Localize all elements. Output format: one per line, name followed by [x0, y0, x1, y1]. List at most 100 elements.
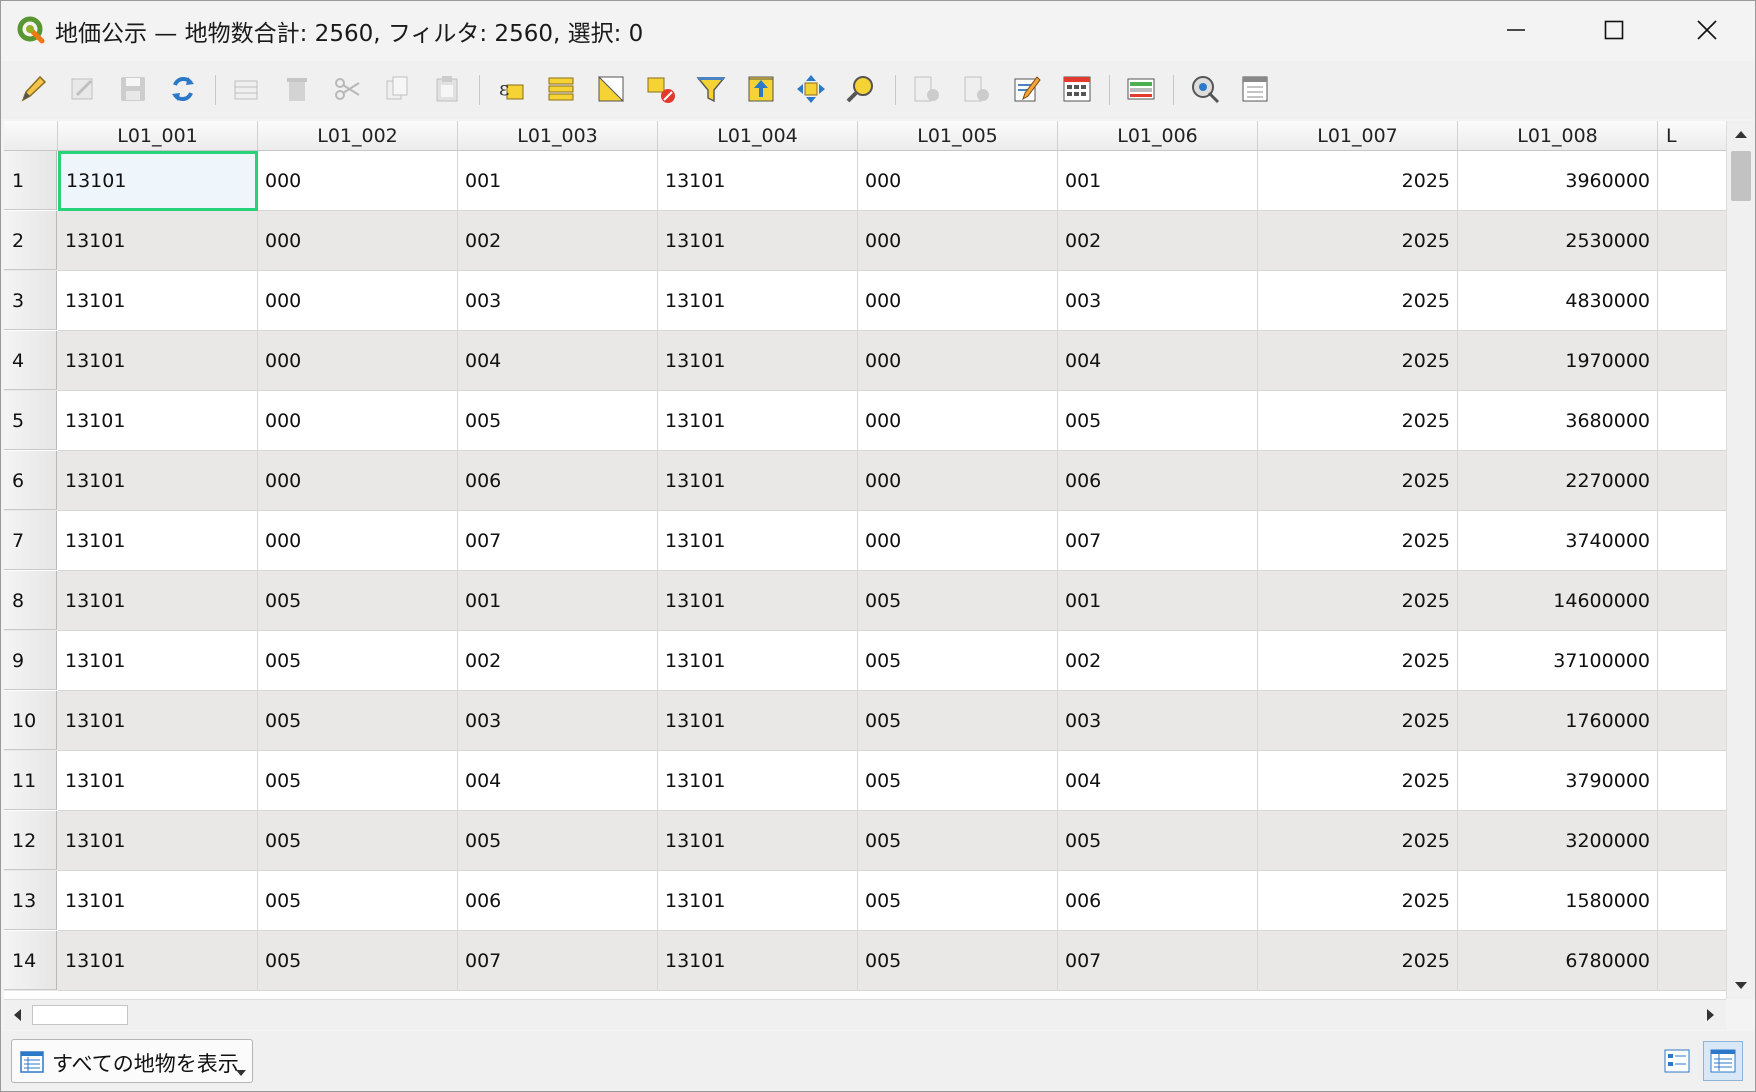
- table-cell[interactable]: 1970000: [1458, 331, 1658, 391]
- close-button[interactable]: [1664, 1, 1750, 59]
- row-header[interactable]: 2: [4, 211, 57, 270]
- table-cell[interactable]: 005: [858, 631, 1058, 691]
- table-cell[interactable]: [1658, 331, 1726, 391]
- table-cell[interactable]: 004: [458, 751, 658, 811]
- table-row[interactable]: 9 13101 005 002 13101 005 002 2025 37100000: [4, 631, 1726, 691]
- table-cell[interactable]: 13101: [658, 511, 858, 571]
- table-cell[interactable]: 005: [258, 811, 458, 871]
- column-header[interactable]: L01_005: [858, 121, 1058, 151]
- table-cell[interactable]: 007: [458, 931, 658, 991]
- table-cell[interactable]: 3740000: [1458, 511, 1658, 571]
- row-header[interactable]: 3: [4, 271, 57, 330]
- reload-button[interactable]: [163, 69, 203, 109]
- table-cell[interactable]: 2025: [1258, 511, 1458, 571]
- table-cell[interactable]: 001: [1058, 151, 1258, 211]
- column-header[interactable]: L01_001: [58, 121, 258, 151]
- delete-field-button[interactable]: [957, 69, 997, 109]
- row-header[interactable]: 4: [4, 331, 57, 390]
- table-cell[interactable]: 3680000: [1458, 391, 1658, 451]
- row-header[interactable]: 8: [4, 571, 57, 630]
- table-cell[interactable]: 005: [258, 631, 458, 691]
- table-cell[interactable]: 005: [458, 811, 658, 871]
- table-cell[interactable]: 006: [458, 451, 658, 511]
- table-cell[interactable]: [1658, 211, 1726, 271]
- table-cell[interactable]: 13101: [58, 331, 258, 391]
- table-cell[interactable]: 13101: [58, 511, 258, 571]
- column-header[interactable]: L01_003: [458, 121, 658, 151]
- vertical-scrollbar[interactable]: [1726, 121, 1755, 999]
- table-cell[interactable]: 002: [1058, 211, 1258, 271]
- table-row[interactable]: 11 13101 005 004 13101 005 004 2025 3790000: [4, 751, 1726, 811]
- horizontal-scroll-thumb[interactable]: [32, 1005, 128, 1025]
- column-header[interactable]: L01_008: [1458, 121, 1658, 151]
- delete-feature-button[interactable]: [277, 69, 317, 109]
- table-cell[interactable]: 002: [458, 211, 658, 271]
- table-cell[interactable]: 006: [458, 871, 658, 931]
- scroll-down-icon[interactable]: [1734, 981, 1748, 991]
- table-cell[interactable]: 004: [1058, 331, 1258, 391]
- table-cell[interactable]: 000: [258, 211, 458, 271]
- toggle-editing-button[interactable]: [13, 69, 53, 109]
- table-view-button[interactable]: [1703, 1041, 1743, 1081]
- column-header[interactable]: L01_004: [658, 121, 858, 151]
- scroll-up-icon[interactable]: [1734, 129, 1748, 139]
- table-cell[interactable]: 005: [858, 931, 1058, 991]
- table-cell[interactable]: 2025: [1258, 871, 1458, 931]
- row-header[interactable]: 6: [4, 451, 57, 510]
- organize-columns-button[interactable]: [1121, 69, 1161, 109]
- table-cell[interactable]: 005: [458, 391, 658, 451]
- table-cell[interactable]: 13101: [658, 151, 858, 211]
- table-cell[interactable]: [1658, 151, 1726, 211]
- table-cell[interactable]: 13101: [58, 751, 258, 811]
- table-cell[interactable]: 2025: [1258, 751, 1458, 811]
- table-cell[interactable]: 007: [1058, 931, 1258, 991]
- column-header[interactable]: L: [1658, 121, 1726, 151]
- row-header[interactable]: 10: [4, 691, 57, 750]
- table-cell[interactable]: 1580000: [1458, 871, 1658, 931]
- table-cell[interactable]: 000: [258, 511, 458, 571]
- table-cell[interactable]: 3790000: [1458, 751, 1658, 811]
- table-cell[interactable]: 2025: [1258, 451, 1458, 511]
- table-cell[interactable]: 3960000: [1458, 151, 1658, 211]
- table-cell[interactable]: 14600000: [1458, 571, 1658, 631]
- table-row[interactable]: 7 13101 000 007 13101 000 007 2025 3740000: [4, 511, 1726, 571]
- table-cell[interactable]: 005: [258, 571, 458, 631]
- table-row[interactable]: 3 13101 000 003 13101 000 003 2025 4830000: [4, 271, 1726, 331]
- table-cell[interactable]: 005: [258, 931, 458, 991]
- table-cell[interactable]: 2025: [1258, 331, 1458, 391]
- table-cell[interactable]: 2025: [1258, 631, 1458, 691]
- deselect-button[interactable]: [641, 69, 681, 109]
- table-row[interactable]: 14 13101 005 007 13101 005 007 2025 6780000: [4, 931, 1726, 991]
- add-feature-button[interactable]: [227, 69, 267, 109]
- table-cell[interactable]: [1658, 811, 1726, 871]
- field-calculator-button[interactable]: [1057, 69, 1097, 109]
- table-row[interactable]: 4 13101 000 004 13101 000 004 2025 1970000: [4, 331, 1726, 391]
- table-cell[interactable]: [1658, 871, 1726, 931]
- invert-selection-button[interactable]: [591, 69, 631, 109]
- table-cell[interactable]: 13101: [658, 811, 858, 871]
- table-cell[interactable]: 13101: [658, 391, 858, 451]
- table-row[interactable]: 6 13101 000 006 13101 000 006 2025 2270000: [4, 451, 1726, 511]
- selected-cell[interactable]: 13101: [58, 151, 258, 211]
- scroll-left-icon[interactable]: [12, 1008, 22, 1022]
- table-row[interactable]: 12 13101 005 005 13101 005 005 2025 3200000: [4, 811, 1726, 871]
- corner-header[interactable]: [4, 121, 58, 151]
- table-cell[interactable]: 13101: [658, 691, 858, 751]
- table-cell[interactable]: 2025: [1258, 571, 1458, 631]
- table-cell[interactable]: 005: [258, 691, 458, 751]
- table-cell[interactable]: 005: [858, 751, 1058, 811]
- form-view-button[interactable]: [1657, 1041, 1697, 1081]
- table-cell[interactable]: 007: [1058, 511, 1258, 571]
- table-cell[interactable]: 13101: [58, 451, 258, 511]
- conditional-formatting-button[interactable]: [1007, 69, 1047, 109]
- table-cell[interactable]: 2025: [1258, 691, 1458, 751]
- column-header[interactable]: L01_006: [1058, 121, 1258, 151]
- table-cell[interactable]: 13101: [58, 391, 258, 451]
- table-cell[interactable]: 000: [258, 331, 458, 391]
- table-cell[interactable]: 2025: [1258, 151, 1458, 211]
- table-cell[interactable]: [1658, 391, 1726, 451]
- table-cell[interactable]: 006: [1058, 871, 1258, 931]
- table-cell[interactable]: 37100000: [1458, 631, 1658, 691]
- table-cell[interactable]: 000: [858, 151, 1058, 211]
- table-cell[interactable]: 000: [258, 271, 458, 331]
